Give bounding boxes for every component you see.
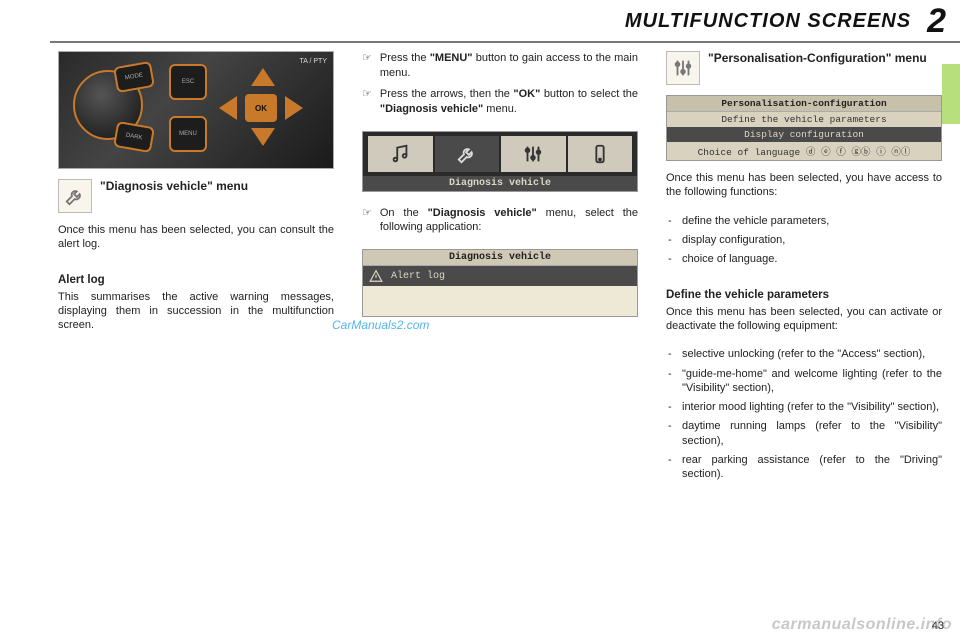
step-3-text: On the "Diagnosis vehicle" menu, select … (380, 206, 638, 236)
lcd-cell-sliders (501, 136, 566, 172)
pointer-icon: ☞ (362, 206, 372, 236)
function-list: define the vehicle parameters, display c… (666, 214, 942, 267)
lcd-cell-music (368, 136, 433, 172)
right-arrow-icon (285, 96, 303, 120)
lcd-alert-log-graphic: Diagnosis vehicle Alert log (362, 249, 638, 317)
column-middle: ☞ Press the "MENU" button to gain access… (362, 51, 638, 491)
mode-button-graphic: MODE (113, 61, 155, 93)
personalisation-callout-title: "Personalisation-Configuration" menu (708, 51, 927, 66)
pointer-icon: ☞ (362, 51, 372, 81)
lcd2-title: Diagnosis vehicle (363, 250, 637, 266)
wrench-icon (58, 179, 92, 213)
down-arrow-icon (251, 128, 275, 146)
dark-button-graphic: DARK (113, 121, 155, 153)
diagnosis-intro-text: Once this menu has been selected, you ca… (58, 223, 334, 252)
menu-button-graphic: MENU (169, 116, 207, 152)
list-item: display configuration, (666, 233, 942, 247)
list-item: rear parking assistance (refer to the "D… (666, 453, 942, 482)
column-right: "Personalisation-Configuration" menu Per… (666, 51, 942, 491)
step-1-text: Press the "MENU" button to gain access t… (380, 51, 638, 81)
chapter-number: 2 (927, 8, 946, 35)
list-item: choice of language. (666, 252, 942, 266)
step-1: ☞ Press the "MENU" button to gain access… (362, 51, 638, 81)
lcd-cell-wrench (435, 136, 500, 172)
sliders-icon (666, 51, 700, 85)
alert-log-heading: Alert log (58, 274, 334, 286)
list-item: interior mood lighting (refer to the "Vi… (666, 400, 942, 414)
lcd3-row-1: Define the vehicle parameters (667, 112, 941, 127)
side-tab (942, 64, 960, 124)
define-params-heading: Define the vehicle parameters (666, 289, 942, 301)
header-divider (50, 41, 960, 43)
sliders-icon (522, 143, 544, 165)
lcd2-blank (363, 286, 637, 316)
lcd-cell-phone (568, 136, 633, 172)
control-panel-photo: TA / PTY MODE DARK ESC MENU OK (58, 51, 334, 169)
page-title: MULTIFUNCTION SCREENS (625, 10, 911, 33)
lcd-menubar (363, 132, 637, 176)
wrench-icon (456, 143, 478, 165)
personalisation-callout: "Personalisation-Configuration" menu (666, 51, 942, 85)
lcd-personalisation-graphic: Personalisation-configuration Define the… (666, 95, 942, 161)
pointer-icon: ☞ (362, 87, 372, 117)
watermark-carmanualsonline: carmanualsonline.info (772, 616, 952, 634)
diagnosis-callout-title: "Diagnosis vehicle" menu (100, 179, 248, 194)
warning-triangle-icon (369, 269, 383, 283)
column-left: TA / PTY MODE DARK ESC MENU OK "Diagnosi… (58, 51, 334, 491)
diagnosis-callout: "Diagnosis vehicle" menu (58, 179, 334, 213)
music-note-icon (389, 143, 411, 165)
lcd2-row-alert-log: Alert log (363, 266, 637, 286)
up-arrow-icon (251, 68, 275, 86)
personalisation-intro: Once this menu has been selected, you ha… (666, 171, 942, 200)
phone-icon (589, 143, 611, 165)
left-arrow-icon (219, 96, 237, 120)
step-2-text: Press the arrows, then the "OK" button t… (380, 87, 638, 117)
params-list: selective unlocking (refer to the "Acces… (666, 347, 942, 481)
list-item: daytime running lamps (refer to the "Vis… (666, 419, 942, 448)
define-params-intro: Once this menu has been selected, you ca… (666, 305, 942, 334)
list-item: selective unlocking (refer to the "Acces… (666, 347, 942, 361)
lcd3-title: Personalisation-configuration (667, 96, 941, 112)
lcd-menu-graphic: Diagnosis vehicle (362, 131, 638, 192)
esc-button-graphic: ESC (169, 64, 207, 100)
lcd3-row-2: Display configuration (667, 127, 941, 142)
step-3: ☞ On the "Diagnosis vehicle" menu, selec… (362, 206, 638, 236)
page-header: MULTIFUNCTION SCREENS 2 (0, 0, 960, 41)
lcd2-row-label: Alert log (391, 271, 445, 282)
lcd-label: Diagnosis vehicle (363, 176, 637, 191)
list-item: define the vehicle parameters, (666, 214, 942, 228)
ok-button-graphic: OK (245, 94, 277, 122)
list-item: "guide-me-home" and welcome lighting (re… (666, 367, 942, 396)
lcd3-row-3: Choice of language ⓓ ⓔ ⓕ ⓖⓑ ⓘ ⓝⓛ (667, 142, 941, 160)
arrow-pad-graphic: OK (213, 62, 309, 154)
watermark-carmanuals2: CarManuals2.com (332, 318, 429, 332)
step-2: ☞ Press the arrows, then the "OK" button… (362, 87, 638, 117)
page-columns: TA / PTY MODE DARK ESC MENU OK "Diagnosi… (0, 51, 960, 491)
alert-log-body: This summarises the active warning messa… (58, 290, 334, 333)
